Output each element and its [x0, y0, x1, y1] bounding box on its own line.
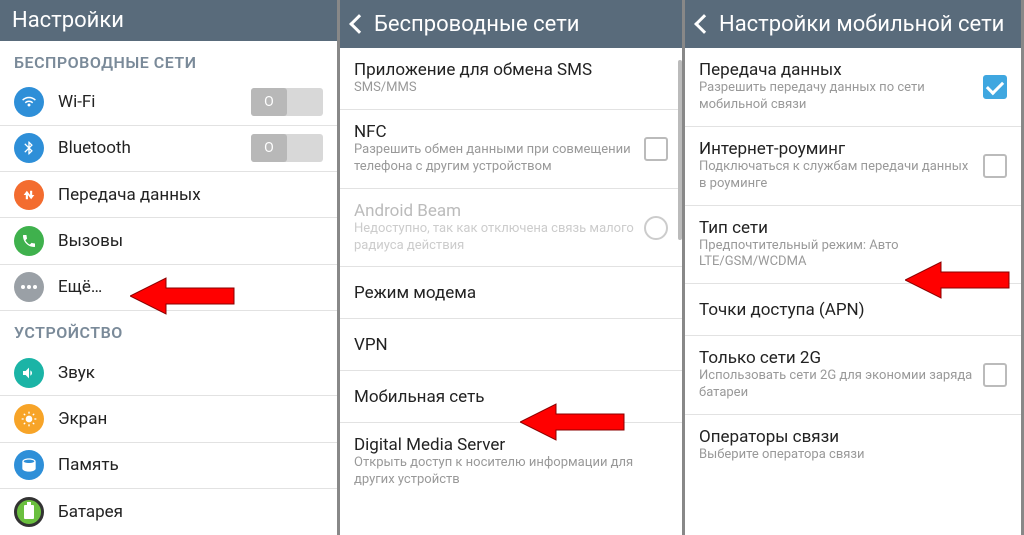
data-label: Передача данных: [58, 185, 201, 205]
sound-icon: [14, 358, 44, 388]
mobile-title: Мобильная сеть: [354, 387, 485, 407]
mobile-network-panel: Настройки мобильной сети Передача данных…: [685, 0, 1024, 535]
panel2-header[interactable]: Беспроводные сети: [340, 0, 682, 48]
device-section-header: УСТРОЙСТВО: [0, 311, 337, 350]
back-icon: [349, 14, 369, 34]
data-item[interactable]: Передача данных: [0, 172, 337, 218]
nfc-item[interactable]: NFC Разрешить обмен данными при совмещен…: [340, 110, 682, 189]
battery-item[interactable]: Батарея: [0, 489, 337, 535]
dms-sub: Открыть доступ к носителю информации для…: [354, 455, 668, 489]
panel3-header[interactable]: Настройки мобильной сети: [685, 0, 1021, 48]
vpn-title: VPN: [354, 335, 388, 355]
battery-icon: [14, 497, 44, 527]
wifi-label: Wi-Fi: [58, 92, 95, 112]
more-icon: [14, 272, 44, 302]
nfc-checkbox[interactable]: [644, 137, 668, 161]
wifi-icon: [14, 87, 44, 117]
operators-title: Операторы связи: [699, 427, 1007, 447]
storage-item[interactable]: Память: [0, 443, 337, 489]
nettype-title: Тип сети: [699, 218, 1007, 238]
dms-item[interactable]: Digital Media Server Открыть доступ к но…: [340, 423, 682, 501]
settings-panel: Настройки БЕСПРОВОДНЫЕ СЕТИ Wi-Fi O Blue…: [0, 0, 340, 535]
roaming-sub: Подключаться к службам передачи данных в…: [699, 159, 975, 193]
roaming-item[interactable]: Интернет-роуминг Подключаться к службам …: [685, 127, 1021, 206]
panel3-title: Настройки мобильной сети: [719, 12, 1004, 37]
wireless-section-header: БЕСПРОВОДНЫЕ СЕТИ: [0, 41, 337, 80]
sound-label: Звук: [58, 363, 95, 383]
bluetooth-item[interactable]: Bluetooth O: [0, 126, 337, 172]
mobile-data-sub: Разрешить передачу данных по сети мобиль…: [699, 80, 975, 114]
toggle-knob: O: [251, 134, 287, 162]
mobile-network-item[interactable]: Мобильная сеть: [340, 371, 682, 423]
nfc-title: NFC: [354, 122, 636, 142]
only2g-title: Только сети 2G: [699, 348, 975, 368]
panel1-title: Настройки: [12, 8, 124, 33]
only2g-item[interactable]: Только сети 2G Использовать сети 2G для …: [685, 336, 1021, 415]
sms-sub: SMS/MMS: [354, 80, 668, 97]
roaming-title: Интернет-роуминг: [699, 139, 975, 159]
bluetooth-toggle[interactable]: O: [251, 134, 323, 162]
sound-item[interactable]: Звук: [0, 350, 337, 396]
wifi-item[interactable]: Wi-Fi O: [0, 80, 337, 126]
display-item[interactable]: Экран: [0, 396, 337, 442]
wireless-panel: Беспроводные сети Приложение для обмена …: [340, 0, 685, 535]
bluetooth-icon: [14, 133, 44, 163]
mobile-data-checkbox[interactable]: [983, 75, 1007, 99]
back-icon: [694, 14, 714, 34]
data-icon: [14, 180, 44, 210]
tether-title: Режим модема: [354, 283, 476, 303]
toggle-knob: O: [251, 88, 287, 116]
calls-item[interactable]: Вызовы: [0, 218, 337, 264]
nfc-sub: Разрешить обмен данными при совмещении т…: [354, 142, 636, 176]
beam-radio: [644, 216, 668, 240]
more-item[interactable]: Ещё…: [0, 265, 337, 311]
nettype-sub: Предпочтительный режим: Авто LTE/GSM/WCD…: [699, 238, 1007, 272]
network-type-item[interactable]: Тип сети Предпочтительный режим: Авто LT…: [685, 206, 1021, 285]
display-label: Экран: [58, 409, 107, 429]
wifi-toggle[interactable]: O: [251, 88, 323, 116]
sms-item[interactable]: Приложение для обмена SMS SMS/MMS: [340, 48, 682, 110]
tether-item[interactable]: Режим модема: [340, 267, 682, 319]
only2g-sub: Использовать сети 2G для экономии заряда…: [699, 368, 975, 402]
beam-sub: Недоступно, так как отключена связь мало…: [354, 221, 636, 255]
more-label: Ещё…: [58, 277, 102, 297]
bluetooth-label: Bluetooth: [58, 138, 131, 158]
storage-label: Память: [58, 455, 119, 475]
apn-item[interactable]: Точки доступа (APN): [685, 284, 1021, 336]
mobile-data-item[interactable]: Передача данных Разрешить передачу данны…: [685, 48, 1021, 127]
calls-label: Вызовы: [58, 231, 123, 251]
dms-title: Digital Media Server: [354, 435, 668, 455]
storage-icon: [14, 450, 44, 480]
operators-sub: Выберите оператора связи: [699, 447, 1007, 464]
phone-icon: [14, 226, 44, 256]
roaming-checkbox[interactable]: [983, 154, 1007, 178]
brightness-icon: [14, 404, 44, 434]
operators-item[interactable]: Операторы связи Выберите оператора связи: [685, 415, 1021, 476]
beam-item: Android Beam Недоступно, так как отключе…: [340, 189, 682, 268]
beam-title: Android Beam: [354, 201, 636, 221]
scrollbar[interactable]: [678, 60, 682, 240]
sms-title: Приложение для обмена SMS: [354, 60, 668, 80]
panel2-title: Беспроводные сети: [374, 12, 580, 37]
battery-label: Батарея: [58, 502, 123, 522]
vpn-item[interactable]: VPN: [340, 319, 682, 371]
apn-title: Точки доступа (APN): [699, 300, 865, 320]
only2g-checkbox[interactable]: [983, 363, 1007, 387]
mobile-data-title: Передача данных: [699, 60, 975, 80]
panel1-header: Настройки: [0, 0, 337, 41]
